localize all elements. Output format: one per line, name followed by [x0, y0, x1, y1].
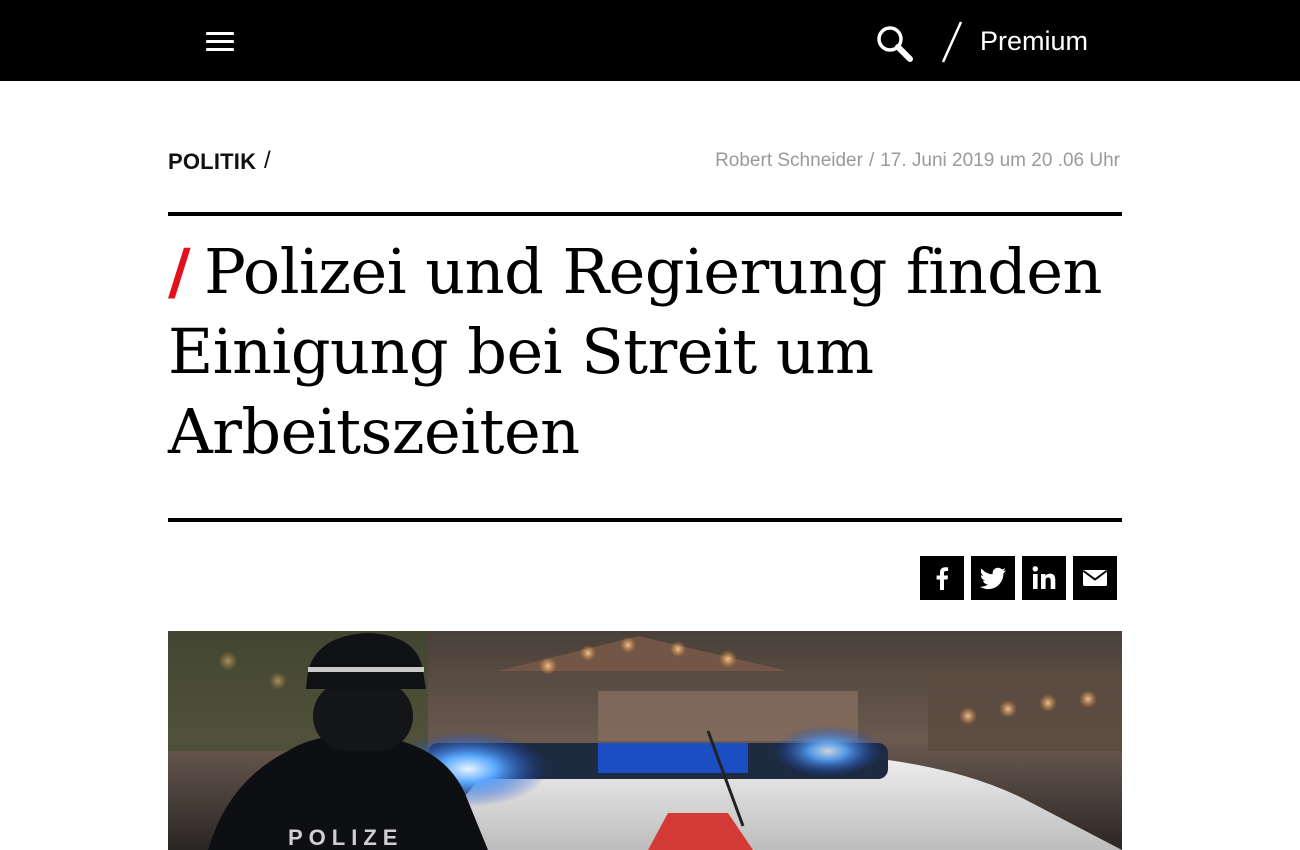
article-meta: Robert Schneider/17. Juni 2019 um 20 .06… — [715, 148, 1120, 174]
facebook-icon — [936, 567, 949, 590]
top-navigation-bar: Premium — [0, 0, 1300, 81]
article-headline: / Polizei und Regierung finden Einigung b… — [168, 232, 1128, 472]
headline-text: Polizei und Regierung finden Einigung be… — [168, 235, 1103, 468]
headline-accent-slash: / — [168, 235, 191, 308]
publish-date: 17. Juni 2019 um 20 .06 Uhr — [880, 150, 1120, 171]
twitter-share-button[interactable] — [971, 556, 1015, 600]
linkedin-icon — [1032, 566, 1056, 589]
svg-text:POLIZE: POLIZE — [288, 825, 403, 850]
police-officer-photo: POLIZE — [168, 631, 1122, 850]
nav-divider-slash — [939, 20, 965, 64]
facebook-share-button[interactable] — [920, 556, 964, 600]
email-share-button[interactable] — [1073, 556, 1117, 600]
premium-link[interactable]: Premium — [980, 24, 1088, 58]
search-icon[interactable] — [874, 24, 916, 64]
article-hero-image: POLIZE — [168, 631, 1122, 850]
headline-top-rule — [168, 212, 1122, 216]
category-link[interactable]: POLITIK — [168, 148, 256, 176]
hamburger-menu-icon[interactable] — [206, 31, 236, 53]
headline-bottom-rule — [168, 518, 1122, 522]
email-icon — [1082, 570, 1108, 586]
author-name[interactable]: Robert Schneider — [715, 150, 863, 171]
twitter-icon — [979, 567, 1006, 590]
meta-separator: / — [868, 150, 875, 171]
linkedin-share-button[interactable] — [1022, 556, 1066, 600]
category-separator: / — [264, 147, 271, 174]
